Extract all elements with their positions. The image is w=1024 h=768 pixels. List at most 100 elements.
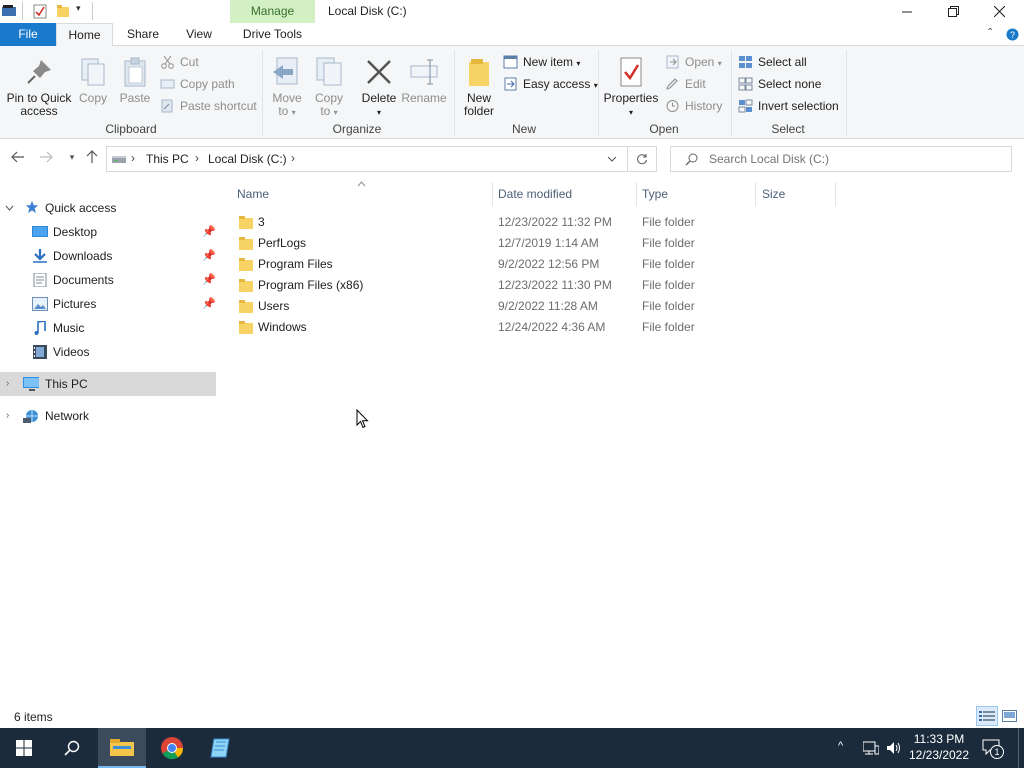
file-name: Program Files [258, 257, 333, 271]
nav-item-pictures[interactable]: Pictures 📌 [0, 292, 216, 316]
search-icon [685, 153, 698, 166]
large-icons-view-button[interactable] [1000, 706, 1020, 726]
nav-this-pc[interactable]: › This PC [0, 372, 216, 396]
up-button[interactable] [82, 150, 102, 168]
restore-button[interactable] [930, 0, 976, 23]
select-all-button[interactable]: Select all [738, 52, 807, 72]
nav-item-label: Pictures [53, 297, 97, 311]
paste-button[interactable]: Paste [116, 56, 154, 105]
column-resize-handle[interactable] [835, 182, 836, 206]
nav-item-label: Music [53, 321, 85, 335]
copy-to-button[interactable]: Copy to ▾ [312, 56, 346, 119]
details-view-button[interactable] [976, 706, 998, 726]
search-input[interactable] [709, 152, 999, 166]
rename-label: Rename [401, 91, 447, 105]
rename-button[interactable]: Rename [400, 56, 448, 105]
nav-item-downloads[interactable]: Downloads 📌 [0, 244, 216, 268]
column-resize-handle[interactable] [636, 182, 637, 206]
nav-item-label: Downloads [53, 249, 113, 263]
taskbar-chrome[interactable] [148, 728, 196, 768]
taskbar-file-explorer[interactable] [98, 728, 146, 768]
breadcrumb-local-disk[interactable]: Local Disk (C:) [208, 152, 287, 166]
open-button[interactable]: Open ▾ [665, 52, 722, 72]
file-row[interactable]: PerfLogs 12/7/2019 1:14 AM File folder [232, 233, 836, 254]
file-row[interactable]: Users 9/2/2022 11:28 AM File folder [232, 296, 836, 317]
folder-icon [239, 321, 253, 334]
new-folder-button[interactable]: New folder [460, 56, 498, 118]
tab-drive-tools[interactable]: Drive Tools [230, 23, 315, 46]
clock-time: 11:33 PM [913, 732, 965, 746]
search-box[interactable] [670, 146, 1012, 172]
pin-to-quick-access-button[interactable]: Pin to Quick access [4, 56, 74, 118]
easy-access-button[interactable]: Easy access ▾ [503, 74, 598, 94]
explorer-app-icon[interactable] [2, 5, 16, 17]
close-button[interactable] [976, 0, 1022, 23]
copy-button[interactable]: Copy [76, 56, 110, 105]
nav-item-desktop[interactable]: Desktop 📌 [0, 220, 216, 244]
nav-item-music[interactable]: Music [0, 316, 216, 340]
select-none-button[interactable]: Select none [738, 74, 821, 94]
system-clock[interactable]: 11:33 PM 12/23/2022 [904, 731, 974, 763]
taskbar-app[interactable] [196, 728, 244, 768]
file-type: File folder [642, 215, 695, 229]
file-row[interactable]: Program Files 9/2/2022 12:56 PM File fol… [232, 254, 836, 275]
select-all-icon [739, 56, 752, 68]
invert-selection-button[interactable]: Invert selection [738, 96, 839, 116]
properties-button[interactable]: Properties ▾ [603, 56, 659, 119]
delete-button[interactable]: Delete ▾ [358, 56, 400, 119]
nav-network[interactable]: › Network [0, 404, 216, 428]
file-type: File folder [642, 278, 695, 292]
expanded-chevron-icon[interactable] [5, 205, 14, 211]
tab-view[interactable]: View [171, 23, 227, 46]
history-button[interactable]: History [665, 96, 722, 116]
column-type[interactable]: Type [642, 187, 668, 201]
file-row[interactable]: Windows 12/24/2022 4:36 AM File folder [232, 317, 836, 338]
column-resize-handle[interactable] [755, 182, 756, 206]
nav-quick-access[interactable]: Quick access [0, 196, 216, 220]
column-date-modified[interactable]: Date modified [498, 187, 572, 201]
column-name[interactable]: Name [237, 187, 269, 201]
address-dropdown-icon[interactable] [607, 156, 617, 163]
recent-locations-button[interactable]: ▾ [62, 152, 82, 170]
paste-shortcut-button[interactable]: Paste shortcut [160, 96, 257, 116]
tab-file[interactable]: File [0, 23, 56, 46]
star-icon [25, 200, 39, 214]
nav-item-documents[interactable]: Documents 📌 [0, 268, 216, 292]
properties-quick-icon[interactable] [33, 4, 47, 19]
collapsed-chevron-icon[interactable]: › [6, 372, 9, 396]
collapse-ribbon-icon[interactable]: ⌃ [986, 27, 994, 38]
minimize-button[interactable] [884, 0, 930, 23]
help-icon[interactable]: ? [1006, 28, 1019, 41]
taskbar-search-button[interactable] [48, 728, 96, 768]
new-folder-quick-icon[interactable] [56, 4, 70, 18]
start-button[interactable] [0, 728, 48, 768]
address-bar[interactable]: › This PC › Local Disk (C:) › [106, 146, 628, 172]
back-button[interactable] [8, 150, 28, 168]
taskbar-search-icon [64, 740, 80, 756]
file-row[interactable]: Program Files (x86) 12/23/2022 11:30 PM … [232, 275, 836, 296]
tab-share[interactable]: Share [115, 23, 171, 46]
action-center-button[interactable]: 1 [982, 739, 1004, 759]
nav-item-videos[interactable]: Videos [0, 340, 216, 364]
file-row[interactable]: 3 12/23/2022 11:32 PM File folder [232, 212, 836, 233]
copy-path-button[interactable]: Copy path [160, 74, 235, 94]
breadcrumb-this-pc[interactable]: This PC [146, 152, 189, 166]
move-to-button[interactable]: Move to ▾ [270, 56, 304, 119]
network-tray-icon[interactable] [863, 741, 879, 755]
column-resize-handle[interactable] [492, 182, 493, 206]
volume-icon[interactable] [886, 741, 902, 755]
new-item-button[interactable]: New item ▾ [503, 52, 580, 72]
collapsed-chevron-icon[interactable]: › [6, 404, 9, 428]
cut-button[interactable]: Cut [160, 52, 199, 72]
edit-button[interactable]: Edit [665, 74, 706, 94]
column-size[interactable]: Size [762, 187, 785, 201]
tab-home[interactable]: Home [56, 23, 113, 47]
refresh-button[interactable] [627, 146, 657, 172]
music-icon [34, 321, 46, 335]
forward-button[interactable] [36, 150, 56, 168]
pin-label-line1: Pin to Quick [6, 91, 72, 105]
show-hidden-icons-button[interactable]: ^ [838, 740, 843, 752]
delete-label: Delete [361, 91, 397, 105]
customize-quick-access-icon[interactable]: ▾ [76, 3, 81, 14]
show-desktop-button[interactable] [1018, 728, 1019, 768]
